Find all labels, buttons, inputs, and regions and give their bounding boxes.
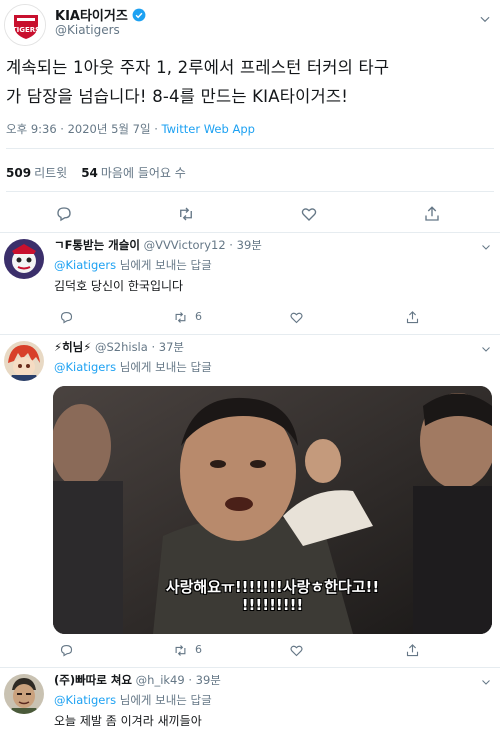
avatar-image-icon: [4, 239, 44, 279]
kia-tigers-logo-icon: TIGERS: [5, 5, 45, 45]
reply-tweet[interactable]: ㄱF통받는 개슬이 @VVVictory12 · 39분 @Kiatigers …: [0, 233, 500, 335]
media-image[interactable]: 사랑해요ㅠ!!!!!!!사랑ㅎ한다고!! !!!!!!!!!: [53, 386, 492, 634]
mention-link[interactable]: @Kiatigers: [54, 360, 116, 374]
divider: [6, 191, 494, 192]
share-icon: [425, 206, 439, 221]
handle[interactable]: @VVVictory12 · 39분: [144, 238, 262, 252]
share-button[interactable]: [402, 640, 422, 660]
divider: [6, 148, 494, 149]
reply-header: (주)빠따로 쳐요 @h_ik49 · 39분: [54, 672, 221, 688]
replying-to-label: 님에게 보내는 답글: [116, 693, 212, 707]
reply-actions: 6: [0, 640, 500, 660]
like-button[interactable]: [299, 204, 319, 224]
tweet-meta: 오후 9:36 · 2020년 5월 7일 · Twitter Web App: [6, 121, 255, 137]
like-button[interactable]: [286, 307, 306, 327]
svg-text:TIGERS: TIGERS: [12, 26, 40, 34]
reply-actions: 6: [0, 307, 500, 327]
replying-to: @Kiatigers 님에게 보내는 답글: [54, 257, 212, 273]
retweet-button[interactable]: [170, 640, 190, 660]
handle[interactable]: @S2hisla · 37분: [95, 340, 184, 354]
retweet-button[interactable]: [176, 204, 196, 224]
display-name[interactable]: KIA타이거즈: [55, 5, 128, 24]
chevron-down-icon[interactable]: [480, 343, 492, 355]
retweet-icon: [175, 311, 185, 323]
reply-text: 김덕호 당신이 한국입니다: [54, 279, 184, 293]
mention-link[interactable]: @Kiatigers: [54, 693, 116, 707]
handle[interactable]: @Kiatigers: [55, 23, 120, 37]
replying-to: @Kiatigers 님에게 보내는 답글: [54, 359, 212, 375]
likes-count: 54: [81, 166, 98, 180]
media-caption: !!!!!!!!!: [241, 596, 304, 614]
share-button[interactable]: [422, 204, 442, 224]
reply-header: ㄱF통받는 개슬이 @VVVictory12 · 39분: [54, 237, 262, 253]
tweet-text-line: 계속되는 1아웃 주자 1, 2루에서 프레스턴 터커의 타구: [6, 58, 390, 77]
avatar[interactable]: [4, 674, 44, 714]
retweets-label: 리트윗: [34, 166, 68, 180]
reply-button[interactable]: [56, 640, 76, 660]
replying-to-label: 님에게 보내는 답글: [116, 258, 212, 272]
chevron-down-icon[interactable]: [480, 241, 492, 253]
reply-icon: [60, 311, 72, 323]
reply-header: ⚡히님⚡ @S2hisla · 37분: [54, 339, 184, 355]
heart-icon: [301, 208, 317, 221]
display-name[interactable]: (주)빠따로 쳐요: [54, 673, 132, 687]
replying-to: @Kiatigers 님에게 보내는 답글: [54, 692, 212, 708]
heart-icon: [289, 645, 303, 656]
display-name[interactable]: ⚡히님⚡: [54, 340, 91, 354]
reply-button[interactable]: [54, 204, 74, 224]
retweet-count: 6: [195, 310, 202, 323]
share-icon: [406, 310, 418, 323]
avatar-image-icon: [4, 341, 44, 381]
retweet-count: 6: [195, 643, 202, 656]
retweet-button[interactable]: [170, 307, 190, 327]
avatar[interactable]: [4, 239, 44, 279]
likes-stat[interactable]: 54 마음에 들어요 수: [81, 164, 186, 181]
tweet-text: 계속되는 1아웃 주자 1, 2루에서 프레스턴 터커의 타구 가 담장을 넘습…: [6, 53, 496, 111]
share-button[interactable]: [402, 307, 422, 327]
source-link[interactable]: Twitter Web App: [162, 122, 255, 136]
reply-tweet[interactable]: (주)빠따로 쳐요 @h_ik49 · 39분 @Kiatigers 님에게 보…: [0, 668, 500, 748]
reply-icon: [60, 644, 72, 656]
likes-label: 마음에 들어요 수: [100, 166, 186, 180]
avatar-image-icon: [4, 674, 44, 714]
chevron-down-icon[interactable]: [480, 676, 492, 688]
avatar[interactable]: [4, 341, 44, 381]
retweet-icon: [180, 207, 192, 221]
mention-link[interactable]: @Kiatigers: [54, 258, 116, 272]
display-name[interactable]: ㄱF통받는 개슬이: [54, 238, 140, 252]
like-button[interactable]: [286, 640, 306, 660]
reply-text: 오늘 제발 좀 이겨라 새끼들아: [54, 714, 202, 728]
retweets-count: 509: [6, 166, 32, 180]
avatar[interactable]: TIGERS: [4, 4, 46, 46]
share-icon: [406, 643, 418, 656]
reply-button[interactable]: [56, 307, 76, 327]
retweet-icon: [175, 644, 185, 656]
handle[interactable]: @h_ik49 · 39분: [136, 673, 221, 687]
retweets-stat[interactable]: 509 리트윗: [6, 164, 67, 181]
media-caption: 사랑해요ㅠ!!!!!!!사랑ㅎ한다고!!: [165, 578, 380, 596]
replying-to-label: 님에게 보내는 답글: [116, 360, 212, 374]
verified-badge-icon: [132, 8, 146, 21]
tweet-text-line: 가 담장을 넘습니다! 8-4를 만드는 KIA타이거즈!: [6, 87, 349, 106]
chevron-down-icon[interactable]: [478, 12, 492, 26]
timestamp[interactable]: 오후 9:36 · 2020년 5월 7일 ·: [6, 122, 162, 136]
heart-icon: [289, 312, 303, 323]
main-tweet: TIGERS KIA타이거즈 @Kiatigers 계속되는 1아웃 주자 1,…: [0, 0, 500, 233]
tweet-actions: [0, 203, 500, 225]
engagement-stats: 509 리트윗 54 마음에 들어요 수: [6, 164, 186, 181]
reply-icon: [57, 207, 71, 222]
